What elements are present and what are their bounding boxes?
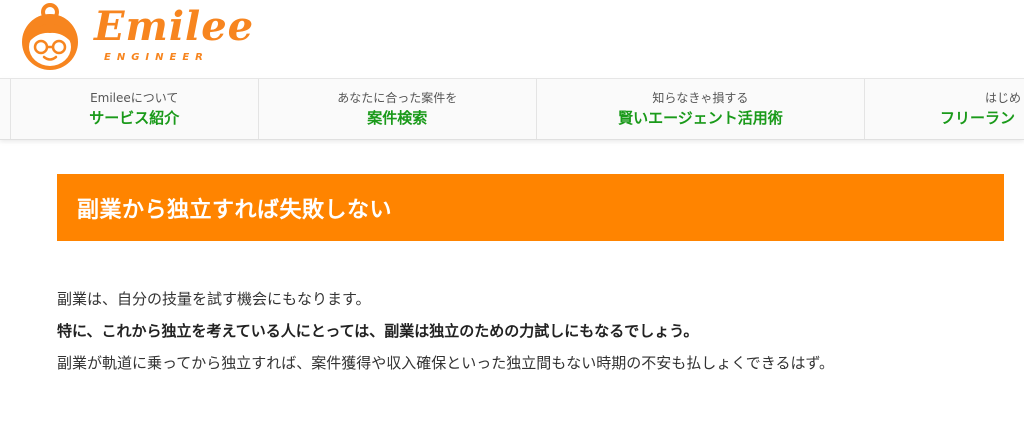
- page: Emilee ENGINEER Emileeについて サービス紹介 あなたに合っ…: [0, 0, 1024, 423]
- nav-item-main-label: サービス紹介: [89, 109, 180, 127]
- nav-item-main-label: 案件検索: [367, 109, 428, 127]
- brand-name: Emilee: [94, 3, 255, 50]
- nav-item-main-label: フリーラン: [939, 109, 1015, 127]
- section-heading-text: 副業から独立すれば失敗しない: [77, 197, 393, 223]
- site-logo[interactable]: Emilee ENGINEER: [14, 2, 253, 72]
- nav-item-main-label: 賢いエージェント活用術: [618, 109, 783, 127]
- brand-tagline: ENGINEER: [104, 52, 209, 63]
- nav-item-sub-label: Emileeについて: [90, 91, 179, 105]
- section-heading: 副業から独立すれば失敗しない: [57, 174, 1004, 241]
- paragraph-line-bold: 特に、これから独立を考えている人にとっては、副業は独立のための力試しにもなるでし…: [57, 322, 699, 340]
- main-nav: Emileeについて サービス紹介 あなたに合った案件を 案件検索 知らなきゃ損…: [0, 78, 1024, 140]
- mascot-logo-icon: [22, 3, 78, 70]
- nav-item-agent-tips[interactable]: 知らなきゃ損する 賢いエージェント活用術: [537, 79, 865, 139]
- nav-item-sub-label: 知らなきゃ損する: [652, 91, 749, 105]
- nav-item-sub-label: はじめ: [984, 91, 1021, 105]
- site-header: Emilee ENGINEER: [0, 0, 1024, 78]
- paragraph-line: 副業は、自分の技量を試す機会にもなります。: [57, 290, 371, 308]
- nav-item-freelance[interactable]: はじめ フリーラン: [865, 79, 1024, 139]
- nav-item-job-search[interactable]: あなたに合った案件を 案件検索: [259, 79, 537, 139]
- paragraph-line: 副業が軌道に乗ってから独立すれば、案件獲得や収入確保といった独立間もない時期の不…: [57, 354, 835, 372]
- nav-item-service[interactable]: Emileeについて サービス紹介: [10, 79, 259, 139]
- nav-item-sub-label: あなたに合った案件を: [337, 91, 458, 105]
